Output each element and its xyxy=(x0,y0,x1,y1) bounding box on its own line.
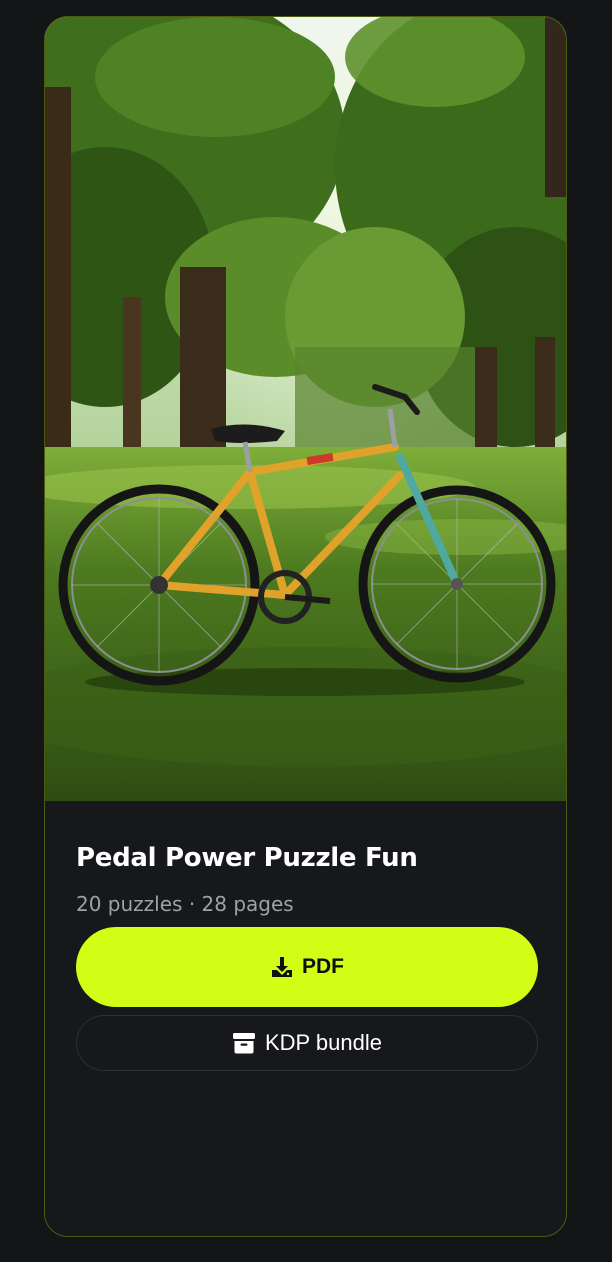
puzzle-book-card: Pedal Power Puzzle Fun 20 puzzles · 28 p… xyxy=(44,16,567,1237)
bicycle-park-illustration xyxy=(45,17,566,801)
kdp-button-label: KDP bundle xyxy=(264,1030,382,1055)
archive-box-icon xyxy=(232,1032,256,1054)
pdf-button-label: PDF xyxy=(302,955,344,978)
kdp-bundle-button[interactable]: KDP bundle xyxy=(76,1015,538,1071)
book-title: Pedal Power Puzzle Fun xyxy=(76,843,418,873)
cover-image xyxy=(45,17,566,801)
download-icon xyxy=(270,955,294,979)
book-meta: 20 puzzles · 28 pages xyxy=(76,892,294,916)
pdf-download-button[interactable]: PDF xyxy=(76,927,538,1007)
